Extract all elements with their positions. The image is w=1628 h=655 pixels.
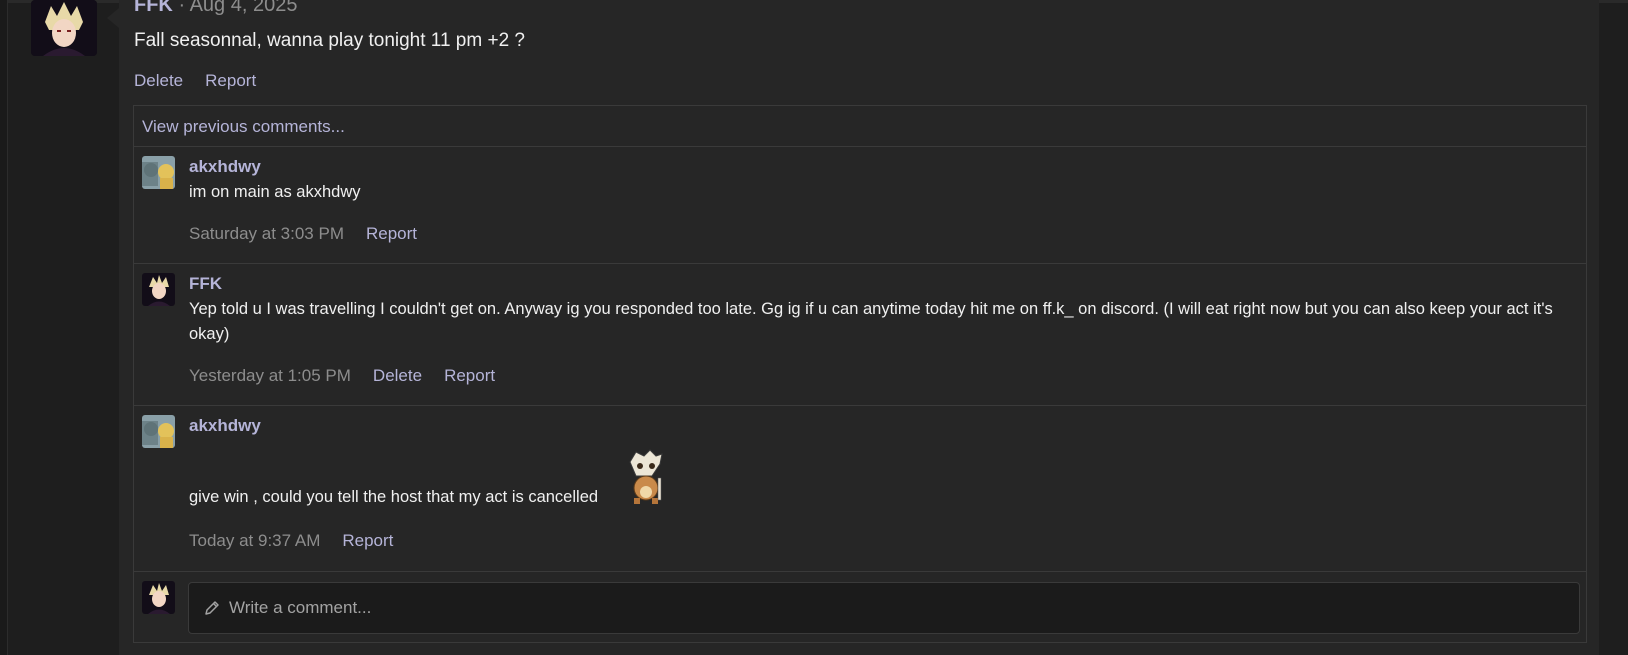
post-author-avatar[interactable] (31, 0, 97, 56)
comment-report-link[interactable]: Report (444, 366, 495, 386)
write-comment-row: Write a comment... (134, 572, 1586, 642)
post-pointer (107, 8, 119, 28)
commenter-name[interactable]: akxhdwy (189, 157, 261, 177)
pencil-icon (205, 601, 219, 615)
comment-delete-link[interactable]: Delete (373, 366, 422, 386)
post-actions: Delete Report (134, 71, 256, 91)
commenter-avatar[interactable] (142, 415, 175, 448)
comment-item: akxhdwy give win , could you tell the ho… (134, 406, 1586, 572)
commenter-name[interactable]: akxhdwy (189, 416, 261, 436)
current-user-avatar[interactable] (142, 581, 175, 614)
commenter-name[interactable]: FFK (189, 274, 222, 294)
post-body: Fall seasonnal, wanna play tonight 11 pm… (134, 30, 525, 51)
comments-box: View previous comments... akxhdwy im on … (133, 105, 1587, 643)
post-separator: · (178, 0, 186, 16)
comment-item: akxhdwy im on main as akxhdwy Saturday a… (134, 147, 1586, 264)
comment-time[interactable]: Today at 9:37 AM (189, 531, 320, 551)
post-report-link[interactable]: Report (205, 71, 256, 91)
write-comment-placeholder: Write a comment... (229, 598, 372, 617)
comment-time[interactable]: Saturday at 3:03 PM (189, 224, 344, 244)
left-gutter (0, 0, 8, 655)
comment-time[interactable]: Yesterday at 1:05 PM (189, 366, 351, 386)
comment-meta: Saturday at 3:03 PM Report (189, 224, 417, 244)
commenter-avatar[interactable] (142, 273, 175, 306)
comment-report-link[interactable]: Report (342, 531, 393, 551)
post-delete-link[interactable]: Delete (134, 71, 183, 91)
write-comment-input[interactable]: Write a comment... (188, 582, 1580, 634)
post-header: FFK · Aug 4, 2025 (134, 0, 297, 17)
commenter-avatar[interactable] (142, 156, 175, 189)
comment-text: Yep told u I was travelling I couldn't g… (189, 300, 1553, 343)
comment-report-link[interactable]: Report (366, 224, 417, 244)
comment-meta: Today at 9:37 AM Report (189, 531, 393, 551)
post-date[interactable]: Aug 4, 2025 (190, 0, 298, 16)
comment-item: FFK Yep told u I was travelling I couldn… (134, 264, 1586, 406)
comment-text: im on main as akxhdwy (189, 183, 361, 201)
view-previous-comments-link[interactable]: View previous comments... (134, 106, 1586, 147)
comment-meta: Yesterday at 1:05 PM Delete Report (189, 366, 495, 386)
post-author[interactable]: FFK (134, 0, 173, 16)
comment-text: give win , could you tell the host that … (189, 488, 599, 506)
